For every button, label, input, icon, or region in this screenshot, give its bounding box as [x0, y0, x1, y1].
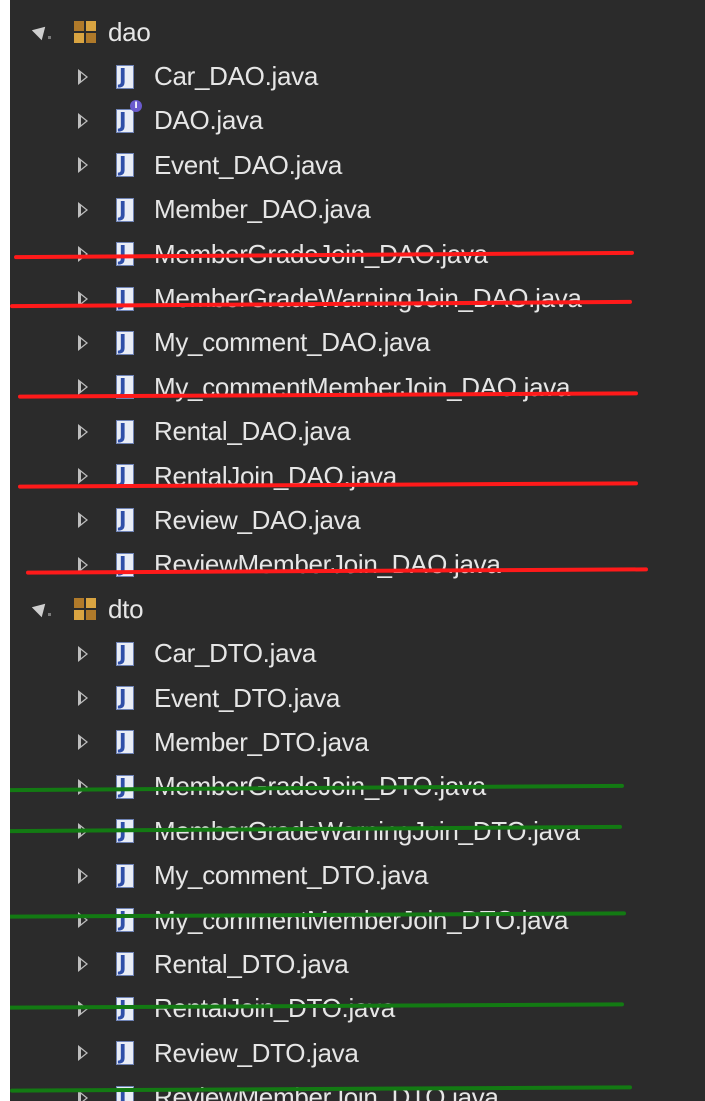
- collapsed-arrow-icon[interactable]: [72, 1041, 96, 1065]
- java-class-icon: [116, 685, 134, 711]
- java-interface-icon: [116, 99, 142, 133]
- file-label: My_comment_DAO.java: [154, 327, 431, 358]
- file-item[interactable]: DAO.java: [10, 99, 705, 143]
- file-item[interactable]: Review_DTO.java: [10, 1031, 705, 1075]
- collapsed-arrow-icon[interactable]: [72, 508, 96, 532]
- java-class-icon: [116, 419, 134, 444]
- file-label: My_commentMemberJoin_DTO.java: [154, 904, 569, 935]
- package-dto[interactable]: dto: [10, 587, 705, 631]
- java-class-icon: [116, 863, 134, 888]
- file-item[interactable]: My_comment_DAO.java: [10, 321, 705, 365]
- package-dao[interactable]: dao: [10, 10, 705, 54]
- file-label: DAO.java: [154, 105, 263, 136]
- package-icon: [74, 598, 96, 621]
- expanded-arrow-icon[interactable]: [30, 597, 54, 621]
- file-label: Car_DTO.java: [154, 638, 317, 669]
- file-label: MemberGradeWarningJoin_DAO.java: [154, 283, 582, 314]
- file-label: Event_DAO.java: [154, 149, 343, 180]
- file-item[interactable]: My_commentMemberJoin_DAO.java: [10, 365, 705, 409]
- collapsed-arrow-icon[interactable]: [72, 642, 96, 666]
- collapsed-arrow-icon[interactable]: [72, 153, 96, 177]
- file-label: Review_DAO.java: [154, 504, 361, 535]
- file-label: My_commentMemberJoin_DAO.java: [154, 371, 571, 402]
- collapsed-arrow-icon[interactable]: [72, 198, 96, 222]
- package-explorer: dao Car_DAO.java DAO.java Event_DAO.java…: [10, 0, 705, 1101]
- collapsed-arrow-icon[interactable]: [72, 730, 96, 754]
- file-label: Event_DTO.java: [154, 682, 341, 713]
- expanded-arrow-icon[interactable]: [30, 20, 54, 44]
- java-class-icon: [116, 729, 134, 755]
- file-item[interactable]: My_commentMemberJoin_DTO.java: [10, 898, 705, 942]
- file-item[interactable]: Rental_DTO.java: [10, 942, 705, 986]
- java-class-icon: [116, 330, 134, 355]
- file-item[interactable]: Member_DTO.java: [10, 720, 705, 764]
- file-item[interactable]: Rental_DAO.java: [10, 410, 705, 454]
- file-label: Rental_DAO.java: [154, 416, 351, 447]
- collapsed-arrow-icon[interactable]: [72, 686, 96, 710]
- file-item[interactable]: MemberGradeWarningJoin_DAO.java: [10, 276, 705, 320]
- file-label: My_comment_DTO.java: [154, 860, 429, 891]
- file-label: Review_DTO.java: [154, 1037, 359, 1068]
- package-label: dto: [108, 593, 144, 624]
- file-label: ReviewMemberJoin_DAO.java: [154, 549, 501, 580]
- file-item[interactable]: Event_DAO.java: [10, 143, 705, 187]
- file-item[interactable]: Car_DAO.java: [10, 54, 705, 98]
- file-label: Rental_DTO.java: [154, 948, 349, 979]
- file-label: Car_DAO.java: [154, 61, 319, 92]
- file-item[interactable]: Member_DAO.java: [10, 188, 705, 232]
- java-class-icon: [116, 64, 134, 89]
- collapsed-arrow-icon[interactable]: [72, 65, 96, 89]
- collapsed-arrow-icon[interactable]: [72, 952, 96, 976]
- collapsed-arrow-icon[interactable]: [72, 331, 96, 355]
- java-class-icon: [116, 507, 134, 533]
- file-item[interactable]: Review_DAO.java: [10, 498, 705, 542]
- file-label: RentalJoin_DTO.java: [154, 993, 395, 1024]
- file-item[interactable]: ReviewMemberJoin_DAO.java: [10, 543, 705, 587]
- collapsed-arrow-icon[interactable]: [72, 420, 96, 444]
- java-class-icon: [116, 951, 134, 977]
- file-label: Member_DTO.java: [154, 726, 369, 757]
- package-tree: dao Car_DAO.java DAO.java Event_DAO.java…: [10, 10, 705, 1101]
- file-item[interactable]: My_comment_DTO.java: [10, 853, 705, 897]
- package-label: dao: [108, 16, 151, 47]
- collapsed-arrow-icon[interactable]: [72, 109, 96, 133]
- java-class-icon: [116, 152, 134, 178]
- java-class-icon: [116, 641, 134, 666]
- java-class-icon: [116, 197, 134, 222]
- java-class-icon: [116, 1040, 134, 1066]
- file-item[interactable]: Car_DTO.java: [10, 631, 705, 675]
- file-item[interactable]: Event_DTO.java: [10, 676, 705, 720]
- package-icon: [74, 21, 96, 44]
- collapsed-arrow-icon[interactable]: [72, 864, 96, 888]
- file-item[interactable]: RentalJoin_DAO.java: [10, 454, 705, 498]
- java-class-icon: [116, 907, 134, 932]
- file-label: Member_DAO.java: [154, 194, 371, 225]
- collapsed-arrow-icon[interactable]: [72, 908, 96, 932]
